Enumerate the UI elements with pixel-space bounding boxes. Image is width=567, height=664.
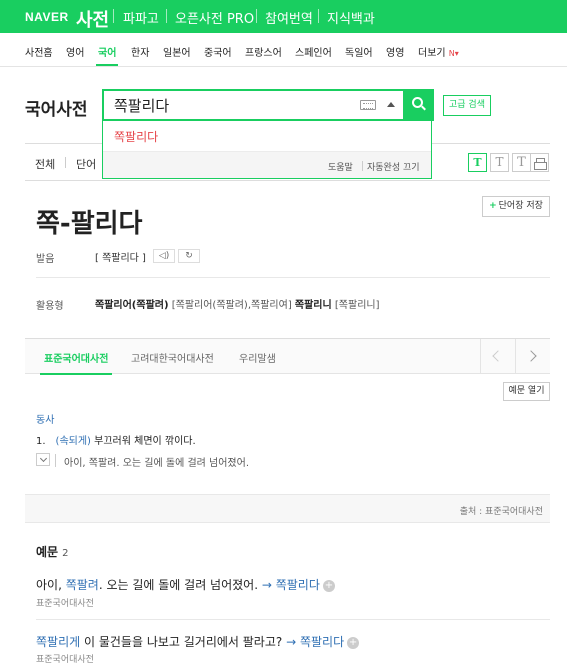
entry-word: 쪽-팔리다	[36, 209, 143, 239]
advanced-search-button[interactable]: 고급 검색	[443, 95, 491, 116]
divider	[166, 9, 167, 23]
tab-korea-univ-dictionary[interactable]: 고려대한국어대사전	[131, 350, 214, 365]
dictionary-source-tabs: 표준국어대사전 고려대한국어대사전 우리말샘	[25, 338, 550, 375]
nav-open-dict-pro[interactable]: 오픈사전 PRO	[175, 8, 254, 27]
tab-urimalsaem[interactable]: 우리말샘	[239, 350, 276, 365]
add-icon[interactable]: +	[322, 579, 335, 592]
divider	[36, 619, 550, 620]
pronunciation-label: 발음	[36, 254, 55, 265]
save-to-wordbook-button[interactable]: + 단어장 저장	[482, 196, 550, 217]
caret-up-icon[interactable]	[387, 102, 395, 107]
repeat-icon[interactable]: ↻	[178, 249, 200, 263]
autocomplete-footer: 도움말 자동완성 끄기	[103, 151, 431, 178]
example-source: 표준국어대사전	[36, 655, 94, 664]
autocomplete-suggestion[interactable]: 쪽팔리다	[114, 128, 158, 145]
keyboard-icon[interactable]	[360, 100, 376, 110]
autocomplete-dropdown: 쪽팔리다 도움말 자동완성 끄기	[102, 121, 432, 179]
conjugation-forms: 쪽팔리어(쪽팔려) [쪽팔리어(쪽팔려),쪽팔리여] 쪽팔리니 [쪽팔리니]	[95, 296, 380, 311]
naver-logo[interactable]: NAVER	[25, 10, 69, 24]
dictionary-nav: 사전홈 영어 국어 한자 일본어 중국어 프랑스어 스페인어 독일어 영영 더보…	[0, 33, 567, 67]
print-icon[interactable]	[530, 153, 549, 172]
conjugation-pronunciation: [쪽팔리어(쪽팔려),쪽팔리여]	[171, 300, 292, 311]
font-size-small-button[interactable]: T	[468, 153, 487, 172]
nav-chinese[interactable]: 중국어	[204, 44, 232, 59]
divider	[113, 9, 114, 23]
add-icon[interactable]: +	[347, 636, 360, 649]
top-bar: NAVER 사전 파파고 오픈사전 PRO 참여번역 지식백과	[0, 0, 567, 33]
nav-participate-translation[interactable]: 참여번역	[265, 8, 313, 27]
nav-german[interactable]: 독일어	[345, 44, 373, 59]
sense-definition: 1. (속되게) 부끄러워 체면이 깎이다.	[36, 432, 196, 447]
pronunciation-value: [ 쪽팔리다 ]	[95, 253, 146, 264]
divider	[36, 277, 550, 278]
filter-word[interactable]: 단어	[76, 156, 96, 172]
page-title: 국어사전	[25, 100, 88, 120]
examples-heading: 예문 2	[36, 543, 68, 560]
speaker-icon[interactable]: ◁)	[153, 249, 175, 263]
plus-icon: +	[489, 201, 497, 211]
nav-dict-home[interactable]: 사전홈	[25, 44, 53, 59]
example-sentence: 쪽팔리게 이 물건들을 나보고 길거리에서 팔라고? → 쪽팔리다 +	[36, 635, 360, 649]
chevron-left-icon[interactable]	[480, 339, 515, 374]
example-source: 표준국어대사전	[36, 599, 94, 609]
sense-number: 1.	[36, 436, 46, 447]
example-word-link[interactable]: → 쪽팔리다	[286, 635, 344, 649]
example-word-link[interactable]: → 쪽팔리다	[262, 578, 320, 592]
conjugation-label: 활용형	[36, 301, 64, 312]
example-sentence: 아이, 쪽팔려. 오는 길에 돌에 걸려 넘어졌어. → 쪽팔리다 +	[36, 578, 335, 592]
nav-papago[interactable]: 파파고	[123, 8, 159, 27]
conjugation-form: 쪽팔리니	[294, 300, 332, 311]
part-of-speech: 동사	[36, 415, 55, 426]
sense-example: 아이, 쪽팔려. 오는 길에 돌에 걸려 넘어졌어.	[55, 454, 249, 469]
search-button[interactable]	[403, 89, 434, 121]
nav-more[interactable]: 더보기 N▾	[418, 44, 459, 59]
chevron-right-icon[interactable]	[515, 339, 550, 374]
open-examples-button[interactable]: 예문 열기	[503, 382, 550, 401]
example-highlight: 쪽팔리게	[36, 635, 81, 649]
save-label: 단어장 저장	[498, 201, 543, 211]
divider	[256, 9, 257, 23]
autocomplete-off-link[interactable]: 자동완성 끄기	[367, 160, 420, 173]
dictionary-title[interactable]: 사전	[76, 6, 109, 32]
conjugation-form: 쪽팔리어(쪽팔려)	[95, 300, 169, 311]
nav-japanese[interactable]: 일본어	[163, 44, 191, 59]
examples-count: 2	[62, 548, 69, 559]
filter-all[interactable]: 전체	[35, 156, 55, 172]
nav-english-english[interactable]: 영영	[386, 44, 404, 59]
nav-french[interactable]: 프랑스어	[245, 44, 282, 59]
search-input[interactable]	[114, 95, 354, 115]
nav-knowledge-encyclopedia[interactable]: 지식백과	[327, 8, 375, 27]
nav-english[interactable]: 영어	[66, 44, 84, 59]
nav-spanish[interactable]: 스페인어	[295, 44, 332, 59]
font-size-large-button[interactable]: T	[512, 153, 531, 172]
autocomplete-help-link[interactable]: 도움말	[328, 160, 353, 173]
nav-korean[interactable]: 국어	[95, 44, 119, 66]
font-size-medium-button[interactable]: T	[490, 153, 509, 172]
divider	[318, 9, 319, 23]
nav-more-label: 더보기	[418, 48, 446, 59]
source-text: 출처 : 표준국어대사전	[459, 507, 543, 517]
caret-down-icon: ▾	[454, 49, 459, 58]
example-highlight: 쪽팔려	[65, 578, 99, 592]
usage-tag: (속되게)	[55, 436, 91, 447]
examples-title: 예문	[36, 545, 59, 559]
definition-text: 부끄러워 체면이 깎이다.	[94, 436, 196, 447]
chevron-down-icon[interactable]	[36, 453, 50, 466]
nav-hanja[interactable]: 한자	[131, 44, 149, 59]
conjugation-pronunciation: [쪽팔리니]	[334, 300, 380, 311]
tab-standard-korean-dictionary[interactable]: 표준국어대사전	[39, 350, 113, 375]
source-row: 출처 : 표준국어대사전	[25, 494, 550, 523]
search-box	[102, 89, 434, 121]
